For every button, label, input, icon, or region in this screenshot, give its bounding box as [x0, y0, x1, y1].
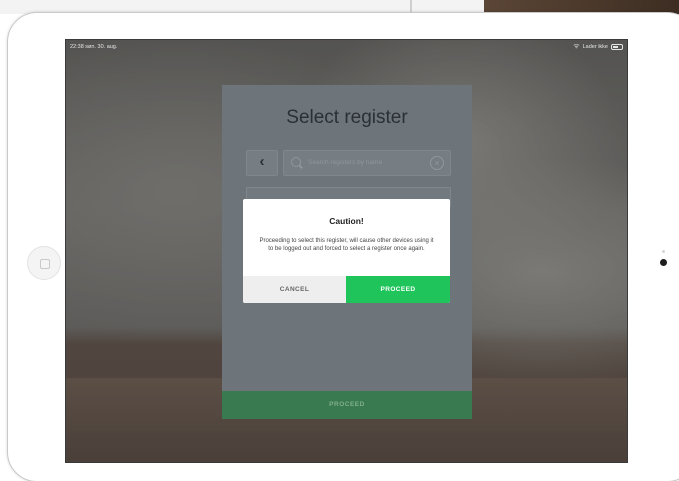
search-input[interactable]: Search registers by name × [283, 150, 451, 176]
camera [660, 259, 667, 266]
back-button[interactable]: ‹ [246, 150, 278, 176]
screen: 22:38 søn. 30. aug. ᯤ Lader ikke Select … [65, 39, 628, 463]
status-right: ᯤ Lader ikke [573, 43, 623, 50]
chevron-left-icon: ‹ [259, 153, 265, 170]
status-bar: 22:38 søn. 30. aug. ᯤ Lader ikke [66, 40, 627, 54]
panel-title: Select register [286, 107, 408, 128]
battery-status-text: Lader ikke [582, 43, 608, 50]
battery-icon [611, 43, 623, 50]
search-icon [291, 157, 301, 167]
page: 22:38 søn. 30. aug. ᯤ Lader ikke Select … [0, 0, 679, 481]
proceed-button[interactable]: PROCEED [346, 276, 450, 303]
search-placeholder: Search registers by name [308, 159, 383, 166]
close-circle-icon[interactable]: × [430, 156, 444, 170]
panel-proceed-button[interactable]: PROCEED [222, 391, 472, 419]
home-button-icon [40, 259, 50, 269]
cancel-button[interactable]: CANCEL [243, 276, 346, 303]
dialog-title: Caution! [329, 216, 364, 226]
home-button[interactable] [27, 246, 61, 280]
dialog-message: Proceeding to select this register, will… [259, 238, 434, 252]
wifi-icon: ᯤ [573, 43, 580, 50]
sensor [662, 250, 665, 253]
caution-dialog: Caution! Proceeding to select this regis… [243, 199, 450, 303]
status-time: 22:38 søn. 30. aug. [70, 44, 118, 50]
